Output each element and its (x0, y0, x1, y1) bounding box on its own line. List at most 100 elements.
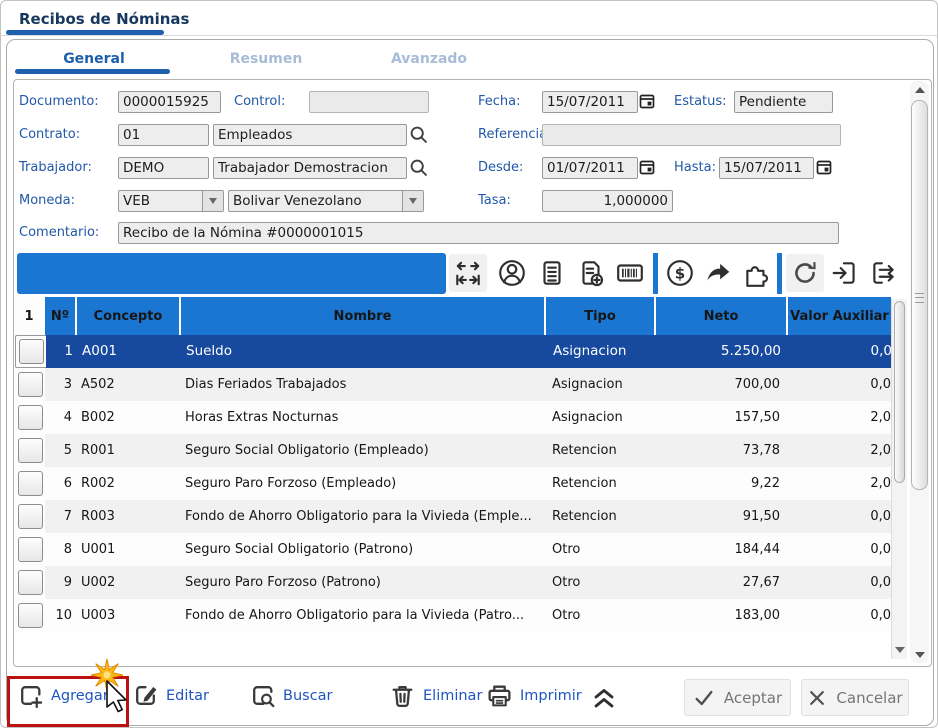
header-tipo[interactable]: Tipo (546, 297, 656, 335)
header-numero[interactable]: Nº (45, 297, 77, 335)
trabajador-name-input[interactable]: Trabajador Demostracion (213, 157, 407, 179)
aceptar-label: Aceptar (724, 689, 782, 707)
referencia-input[interactable] (542, 124, 841, 146)
row-select-button[interactable] (19, 339, 44, 364)
fecha-calendar-icon[interactable] (639, 93, 656, 110)
panel-scrollbar[interactable] (910, 81, 929, 663)
user-circle-icon[interactable] (493, 254, 531, 292)
document-add-icon[interactable] (572, 254, 610, 292)
dollar-circle-icon[interactable]: $ (661, 254, 699, 292)
cell-tipo: Otro (546, 566, 656, 599)
header-nombre[interactable]: Nombre (181, 297, 546, 335)
recibos-de-nominas-window: Recibos de Nóminas General Resumen Avanz… (0, 0, 938, 728)
table-row[interactable]: 4 B002 Horas Extras Nocturnas Asignacion… (15, 401, 891, 434)
table-row[interactable]: 1 A001 Sueldo Asignacion 5.250,00 0,0 (15, 335, 891, 368)
tab-resumen[interactable]: Resumen (201, 49, 331, 69)
row-select-cell (15, 401, 45, 434)
buscar-button[interactable]: Buscar (249, 682, 333, 709)
row-select-button[interactable] (18, 504, 43, 529)
table-row[interactable]: 7 R003 Fondo de Ahorro Obligatorio para … (15, 500, 891, 533)
cell-neto: 700,00 (656, 368, 788, 401)
table-row[interactable]: 10 U003 Fondo de Ahorro Obligatorio para… (15, 599, 891, 632)
tab-avanzado[interactable]: Avanzado (369, 49, 489, 69)
table-scrollbar[interactable] (891, 299, 907, 659)
comentario-input[interactable]: Recibo de la Nómina #0000001015 (118, 222, 839, 244)
control-input[interactable] (309, 91, 429, 113)
documento-input[interactable]: 0000015925 (118, 91, 221, 113)
panel-scrollbar-thumb[interactable] (911, 100, 928, 490)
header-neto[interactable]: Neto (656, 297, 788, 335)
forward-arrow-icon[interactable] (699, 254, 737, 292)
divider (1, 35, 937, 36)
desde-input[interactable]: 01/07/2011 (542, 157, 638, 179)
row-select-button[interactable] (18, 603, 43, 628)
aceptar-button[interactable]: Aceptar (684, 679, 791, 716)
cancelar-button[interactable]: Cancelar (801, 679, 909, 716)
imprimir-button[interactable]: Imprimir (486, 682, 582, 709)
document-lines-icon[interactable] (533, 254, 571, 292)
table-scrollbar-down-icon[interactable] (893, 643, 906, 657)
row-select-button[interactable] (18, 405, 43, 430)
panel-scrollbar-down-icon[interactable] (910, 646, 929, 663)
tasa-input[interactable]: 1,000000 (542, 190, 673, 212)
fecha-input[interactable]: 15/07/2011 (542, 91, 638, 113)
trabajador-search-icon[interactable] (409, 158, 429, 178)
editar-button[interactable]: Editar (132, 682, 209, 709)
moneda-name-select[interactable]: Bolivar Venezolano (228, 190, 424, 212)
cell-nombre: Seguro Paro Forzoso (Empleado) (181, 467, 546, 500)
table-row[interactable]: 9 U002 Seguro Paro Forzoso (Patrono) Otr… (15, 566, 891, 599)
export-icon[interactable] (865, 254, 903, 292)
table-scrollbar-thumb[interactable] (894, 301, 905, 483)
hasta-input[interactable]: 15/07/2011 (719, 157, 814, 179)
row-select-cell (15, 566, 45, 599)
cell-valor-auxiliar: 2,0 (788, 401, 891, 434)
concept-table: 1 Nº Concepto Nombre Tipo Neto Valor Aux… (15, 297, 891, 661)
hasta-calendar-icon[interactable] (816, 159, 833, 176)
puzzle-icon[interactable] (738, 254, 776, 292)
cell-concepto: U002 (77, 566, 181, 599)
contrato-code-input[interactable]: 01 (118, 124, 209, 146)
desde-calendar-icon[interactable] (639, 159, 656, 176)
moneda-code-select[interactable]: VEB (118, 190, 224, 212)
header-select-col[interactable]: 1 (15, 297, 45, 335)
row-select-button[interactable] (18, 570, 43, 595)
import-icon[interactable] (826, 254, 864, 292)
row-select-button[interactable] (18, 537, 43, 562)
header-valor-auxiliar[interactable]: Valor Auxiliar (788, 297, 891, 335)
tab-general[interactable]: General (15, 49, 173, 69)
chevron-down-icon (202, 191, 223, 211)
cell-numero: 3 (45, 368, 77, 401)
row-select-button[interactable] (18, 438, 43, 463)
page-title: Recibos de Nóminas (19, 10, 189, 28)
table-row[interactable]: 5 R001 Seguro Social Obligatorio (Emplea… (15, 434, 891, 467)
cell-valor-auxiliar: 0,0 (788, 599, 891, 632)
agregar-button[interactable]: Agregar (17, 682, 109, 709)
panel-scrollbar-up-icon[interactable] (910, 81, 929, 98)
toolbar-separator (777, 253, 782, 294)
refresh-icon[interactable] (786, 254, 824, 292)
table-row[interactable]: 6 R002 Seguro Paro Forzoso (Empleado) Re… (15, 467, 891, 500)
cell-tipo: Retencion (546, 467, 656, 500)
table-row[interactable]: 8 U001 Seguro Social Obligatorio (Patron… (15, 533, 891, 566)
contrato-search-icon[interactable] (409, 125, 429, 145)
expand-arrows-icon[interactable] (449, 254, 487, 292)
barcode-icon[interactable] (611, 254, 649, 292)
cell-valor-auxiliar: 0,0 (788, 368, 891, 401)
table-row[interactable]: 3 A502 Dias Feriados Trabajados Asignaci… (15, 368, 891, 401)
eliminar-button[interactable]: Eliminar (389, 682, 482, 709)
cell-numero: 10 (45, 599, 77, 632)
cell-concepto: U001 (77, 533, 181, 566)
row-select-button[interactable] (18, 471, 43, 496)
row-select-button[interactable] (18, 372, 43, 397)
contrato-name-input[interactable]: Empleados (213, 124, 407, 146)
buscar-label: Buscar (283, 688, 333, 704)
header-concepto[interactable]: Concepto (77, 297, 181, 335)
cell-neto: 184,44 (656, 533, 788, 566)
collapse-chevrons-icon[interactable] (589, 685, 619, 711)
toolbar-filter-bar[interactable] (17, 253, 446, 294)
trabajador-code-input[interactable]: DEMO (118, 157, 209, 179)
cell-nombre: Dias Feriados Trabajados (181, 368, 546, 401)
active-tab-underline (15, 69, 170, 74)
editar-label: Editar (166, 688, 209, 704)
estatus-input[interactable]: Pendiente (734, 91, 833, 113)
